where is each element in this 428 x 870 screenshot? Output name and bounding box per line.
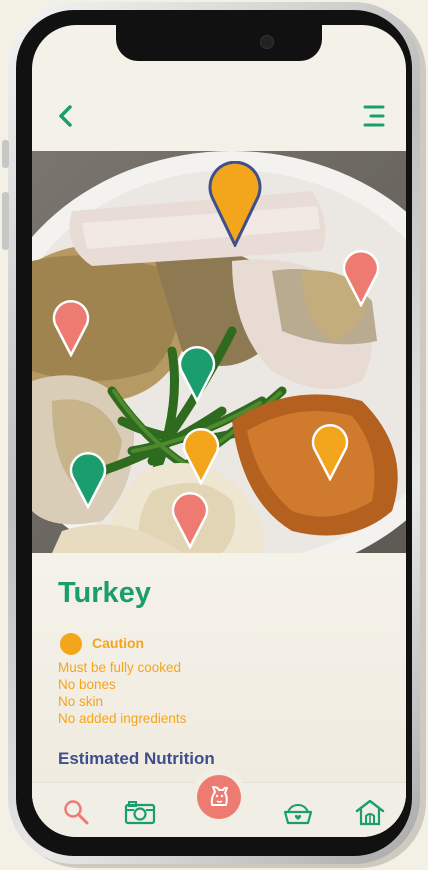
app-screen: Turkey Caution Must be fully cooked No b… — [32, 25, 406, 837]
map-pin-avoid[interactable] — [171, 491, 209, 549]
camera-icon — [124, 801, 156, 825]
food-bowl-icon — [283, 803, 313, 825]
safety-note: No skin — [58, 694, 104, 709]
phone-side-button — [2, 140, 9, 168]
map-pin-caution-large[interactable] — [208, 161, 262, 247]
menu-button[interactable] — [360, 103, 386, 129]
food-info-panel: Turkey Caution Must be fully cooked No b… — [32, 553, 406, 811]
map-pin-caution[interactable] — [311, 423, 349, 481]
nav-dog-home[interactable] — [197, 775, 241, 819]
safety-note: No bones — [58, 677, 116, 692]
caution-status-icon — [60, 633, 82, 655]
chevron-left-icon — [59, 105, 72, 127]
safety-note: No added ingredients — [58, 711, 187, 726]
bottom-nav — [32, 775, 406, 837]
phone-notch — [116, 25, 322, 61]
search-icon — [64, 800, 89, 825]
nutrition-heading: Estimated Nutrition — [58, 749, 215, 768]
safety-note: Must be fully cooked — [58, 660, 182, 675]
kennel-icon — [355, 799, 385, 826]
food-title: Turkey — [58, 577, 151, 609]
map-pin-caution[interactable] — [182, 427, 220, 485]
nav-search[interactable] — [61, 797, 93, 829]
phone-volume-button — [2, 192, 9, 250]
food-photo — [32, 151, 406, 553]
nav-food-bowl[interactable] — [282, 797, 314, 829]
back-button[interactable] — [54, 101, 80, 131]
dog-icon — [210, 786, 228, 806]
status-label: Caution — [92, 635, 145, 651]
front-camera — [260, 35, 274, 49]
map-pin-safe[interactable] — [69, 451, 107, 509]
menu-icon — [363, 105, 385, 127]
safety-notes-list: Must be fully cooked No bones No skin No… — [58, 659, 186, 727]
top-bar — [32, 85, 406, 149]
map-pin-safe[interactable] — [178, 345, 216, 403]
nav-camera[interactable] — [124, 797, 156, 829]
map-pin-avoid[interactable] — [52, 299, 90, 357]
nav-kennel[interactable] — [354, 797, 386, 829]
map-pin-avoid[interactable] — [342, 249, 380, 307]
